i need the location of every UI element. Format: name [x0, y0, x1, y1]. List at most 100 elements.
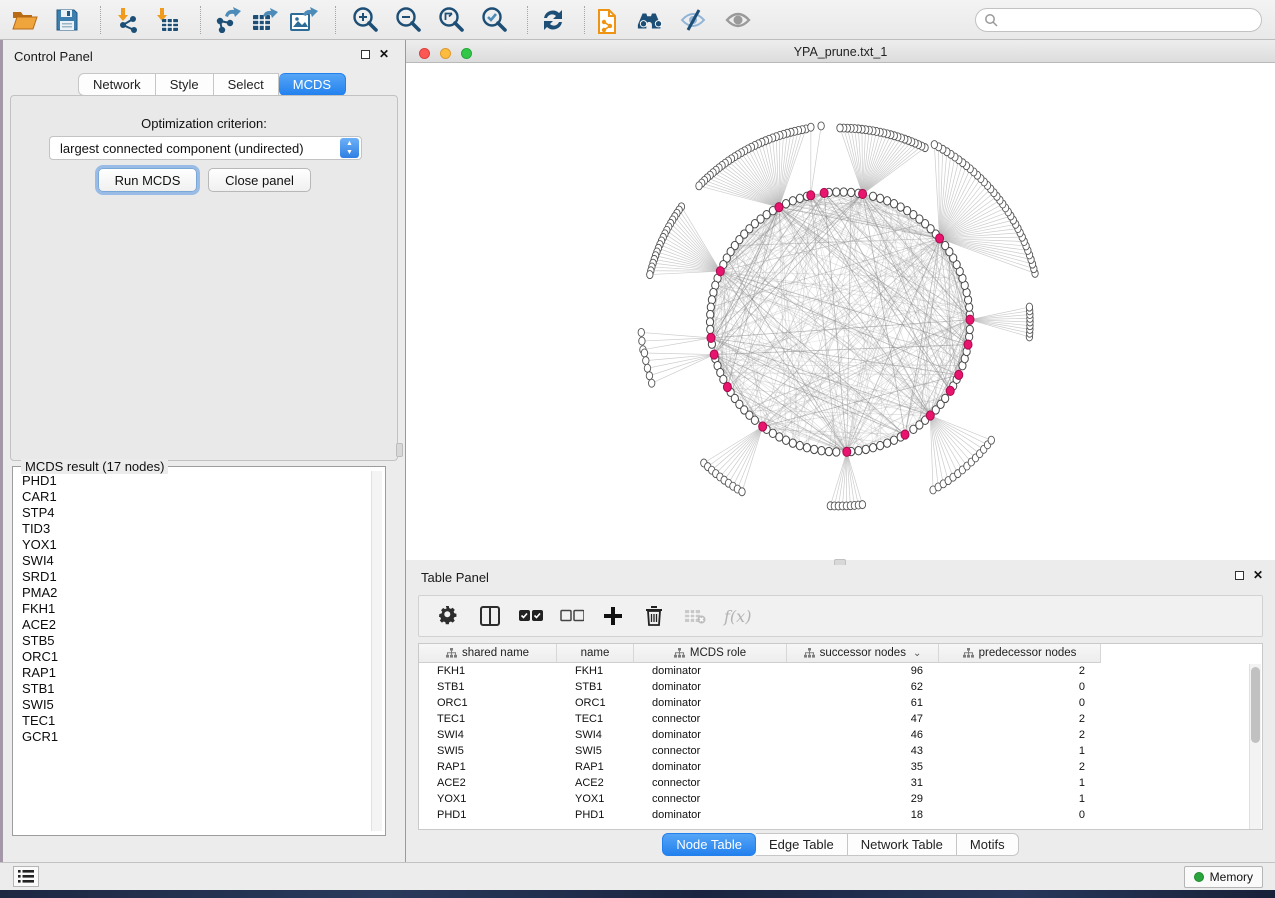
- ring-node[interactable]: [848, 188, 855, 196]
- column-header-shared-name[interactable]: shared name: [419, 644, 557, 663]
- satellite-node[interactable]: [1026, 303, 1032, 311]
- mcds-result-item[interactable]: YOX1: [14, 537, 366, 553]
- satellite-node[interactable]: [644, 364, 650, 372]
- satellite-node[interactable]: [639, 337, 645, 345]
- mcds-hub-node[interactable]: [807, 191, 815, 200]
- ring-node[interactable]: [782, 436, 789, 444]
- ring-node[interactable]: [869, 192, 876, 200]
- function-builder-icon[interactable]: f(x): [724, 607, 751, 626]
- mcds-result-item[interactable]: FKH1: [14, 601, 366, 617]
- ring-node[interactable]: [840, 188, 847, 196]
- refresh-icon[interactable]: [538, 6, 568, 34]
- split-view-icon[interactable]: [478, 604, 502, 628]
- ring-node[interactable]: [796, 441, 803, 449]
- delete-column-trash-icon[interactable]: [642, 604, 666, 628]
- export-network-icon[interactable]: [212, 6, 242, 34]
- table-row[interactable]: ORC1ORC1dominator610: [419, 695, 1101, 711]
- memory-button[interactable]: Memory: [1184, 866, 1263, 888]
- mcds-result-item[interactable]: RAP1: [14, 665, 366, 681]
- ring-node[interactable]: [966, 325, 973, 333]
- mcds-hub-node[interactable]: [820, 188, 828, 197]
- table-row[interactable]: TEC1TEC1connector472: [419, 711, 1101, 727]
- zoom-in-icon[interactable]: [350, 6, 380, 34]
- mcds-result-item[interactable]: STP4: [14, 505, 366, 521]
- satellite-node[interactable]: [696, 182, 702, 190]
- mcds-result-item[interactable]: CAR1: [14, 489, 366, 505]
- criterion-dropdown[interactable]: largest connected component (undirected)…: [49, 136, 362, 160]
- select-all-icon[interactable]: [519, 604, 543, 628]
- satellite-node[interactable]: [638, 328, 644, 336]
- hide-selected-eye-icon[interactable]: [678, 6, 708, 34]
- ring-node[interactable]: [833, 188, 840, 196]
- open-file-icon[interactable]: [10, 6, 40, 34]
- delete-table-icon[interactable]: [683, 604, 707, 628]
- import-network-icon[interactable]: [113, 6, 143, 34]
- ring-node[interactable]: [818, 446, 825, 454]
- close-panel-icon[interactable]: ✕: [1253, 571, 1263, 580]
- satellite-node[interactable]: [818, 122, 824, 130]
- satellite-node[interactable]: [837, 124, 843, 132]
- column-header-name[interactable]: name: [557, 644, 634, 663]
- mcds-hub-node[interactable]: [710, 350, 718, 359]
- tab-select[interactable]: Select: [214, 73, 279, 96]
- search-input[interactable]: [998, 11, 1261, 29]
- ring-node[interactable]: [862, 445, 869, 453]
- ring-node[interactable]: [789, 197, 796, 205]
- show-all-eye-icon[interactable]: [723, 6, 753, 34]
- mcds-list-scrollbar[interactable]: [371, 471, 382, 831]
- mcds-result-item[interactable]: SWI4: [14, 553, 366, 569]
- ring-node[interactable]: [869, 444, 876, 452]
- export-table-icon[interactable]: [250, 6, 280, 34]
- column-header-mcds-role[interactable]: MCDS role: [634, 644, 787, 663]
- satellite-node[interactable]: [739, 488, 745, 496]
- mcds-hub-node[interactable]: [926, 411, 934, 420]
- mcds-hub-node[interactable]: [966, 315, 974, 324]
- table-scrollbar-thumb[interactable]: [1251, 667, 1260, 743]
- ring-node[interactable]: [855, 446, 862, 454]
- satellite-node[interactable]: [931, 141, 937, 149]
- satellite-node[interactable]: [988, 436, 994, 444]
- mcds-hub-node[interactable]: [707, 333, 715, 342]
- mcds-result-item[interactable]: STB5: [14, 633, 366, 649]
- tab-network-table[interactable]: Network Table: [848, 833, 957, 856]
- add-column-icon[interactable]: [601, 604, 625, 628]
- run-mcds-button[interactable]: Run MCDS: [98, 168, 197, 192]
- ring-node[interactable]: [776, 433, 783, 441]
- tab-network[interactable]: Network: [78, 73, 156, 96]
- table-row[interactable]: FKH1FKH1dominator962: [419, 663, 1101, 679]
- network-canvas[interactable]: [406, 63, 1275, 560]
- table-row[interactable]: RAP1RAP1dominator352: [419, 759, 1101, 775]
- network-window-titlebar[interactable]: YPA_prune.txt_1: [406, 42, 1275, 63]
- close-panel-button[interactable]: Close panel: [208, 168, 311, 192]
- mcds-result-item[interactable]: STB1: [14, 681, 366, 697]
- tab-mcds[interactable]: MCDS: [279, 73, 346, 96]
- ring-node[interactable]: [877, 441, 884, 449]
- import-table-icon[interactable]: [152, 6, 182, 34]
- ring-node[interactable]: [803, 444, 810, 452]
- mcds-result-item[interactable]: SWI5: [14, 697, 366, 713]
- mcds-hub-node[interactable]: [901, 430, 909, 439]
- table-row[interactable]: STB1STB1dominator620: [419, 679, 1101, 695]
- tab-edge-table[interactable]: Edge Table: [756, 833, 848, 856]
- save-session-icon[interactable]: [52, 6, 82, 34]
- tab-node-table[interactable]: Node Table: [662, 833, 756, 856]
- mcds-result-item[interactable]: TEC1: [14, 713, 366, 729]
- column-header-predecessor-nodes[interactable]: predecessor nodes: [939, 644, 1101, 663]
- vertical-splitter-handle[interactable]: [396, 443, 403, 457]
- mcds-hub-node[interactable]: [716, 267, 724, 276]
- mcds-hub-node[interactable]: [946, 386, 954, 395]
- float-panel-icon[interactable]: [361, 50, 370, 59]
- mcds-hub-node[interactable]: [775, 203, 783, 212]
- mcds-result-item[interactable]: TID3: [14, 521, 366, 537]
- export-image-icon[interactable]: [289, 6, 319, 34]
- ring-node[interactable]: [897, 203, 904, 211]
- task-history-button[interactable]: [13, 866, 39, 887]
- ring-node[interactable]: [833, 448, 840, 456]
- mcds-hub-node[interactable]: [723, 382, 731, 391]
- ring-node[interactable]: [890, 200, 897, 208]
- mcds-result-item[interactable]: SRD1: [14, 569, 366, 585]
- ring-node[interactable]: [782, 200, 789, 208]
- share-document-icon[interactable]: [595, 6, 625, 34]
- ring-node[interactable]: [877, 194, 884, 202]
- table-scrollbar[interactable]: [1249, 664, 1261, 829]
